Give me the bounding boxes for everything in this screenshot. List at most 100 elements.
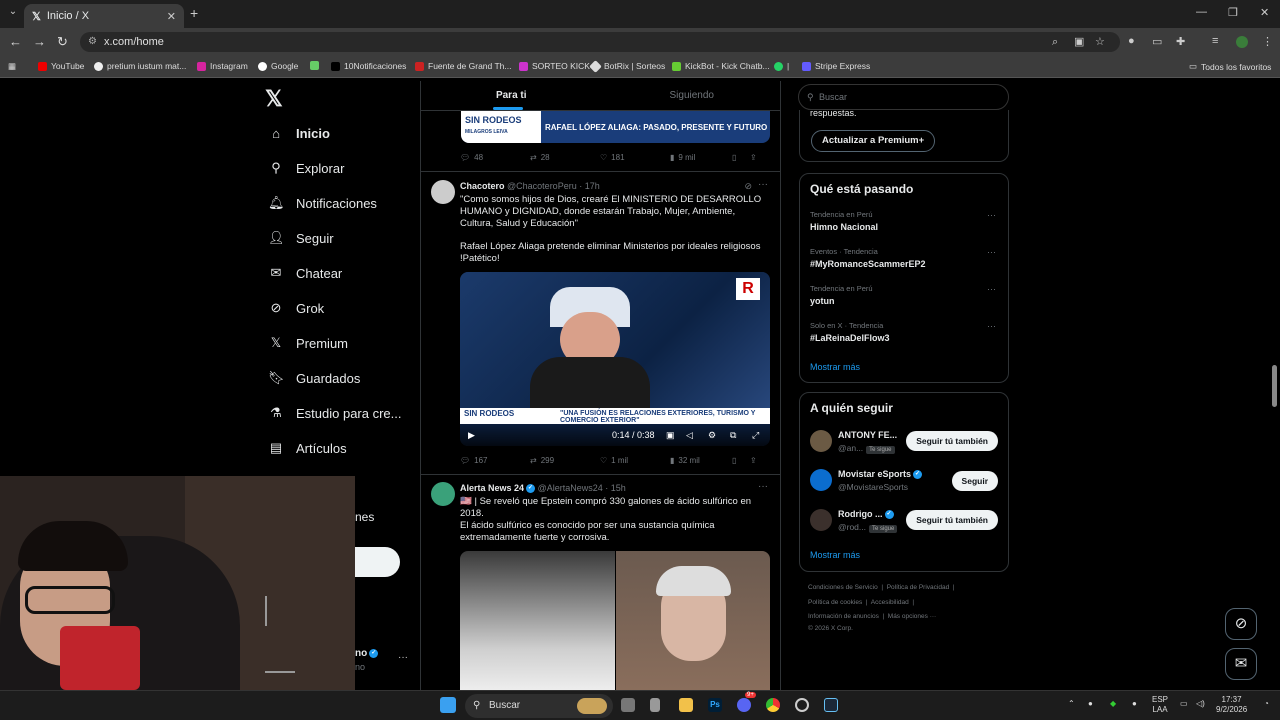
apps-grid-icon[interactable]: ▦: [8, 61, 16, 72]
trend-more-icon[interactable]: ···: [987, 247, 996, 257]
browser-tab[interactable]: 𝕏 Inicio / X ✕: [24, 4, 184, 28]
bookmark-whatsapp[interactable]: |: [774, 61, 789, 71]
follow-name[interactable]: Movistar eSports ✓: [838, 469, 923, 480]
photoshop-icon[interactable]: Ps: [708, 698, 722, 712]
bookmark-bot[interactable]: [310, 61, 319, 70]
captions-icon[interactable]: ▣: [666, 430, 675, 441]
trend-more-icon[interactable]: ···: [987, 284, 996, 294]
footer-link[interactable]: Condiciones de Servicio: [808, 584, 878, 591]
nav-notifications[interactable]: 🔔︎ Notificaciones: [268, 193, 377, 213]
close-tab-icon[interactable]: ✕: [167, 10, 176, 23]
account-menu-icon[interactable]: ···: [398, 652, 408, 663]
nav-articles[interactable]: ▤ Artículos: [268, 438, 347, 458]
tray-app-icon[interactable]: ●: [1088, 699, 1093, 709]
windows-start-icon[interactable]: [440, 697, 456, 713]
bookmark-instagram[interactable]: Instagram: [197, 61, 248, 71]
tab-following[interactable]: Siguiendo: [602, 81, 781, 110]
trend-item[interactable]: #MyRomanceScammerEP2: [810, 259, 926, 269]
follow-name[interactable]: Rodrigo ... ✓: [838, 509, 894, 520]
nav-grok[interactable]: ⊘ Grok: [268, 298, 325, 318]
language-indicator[interactable]: ESP LAA: [1152, 695, 1168, 715]
trend-item[interactable]: yotun: [810, 296, 835, 306]
reply-button[interactable]: 💬︎ 48: [460, 153, 530, 162]
show-more-trends-link[interactable]: Mostrar más: [810, 362, 860, 372]
nav-creator-studio[interactable]: ⚗ Estudio para cre...: [268, 403, 401, 423]
messages-fab-icon[interactable]: ✉: [1225, 648, 1257, 680]
network-icon[interactable]: ▭: [1180, 699, 1188, 709]
post-more-icon[interactable]: ···: [758, 481, 768, 492]
restore-icon[interactable]: ❐: [1228, 6, 1238, 19]
pip-icon[interactable]: ⧉: [730, 430, 736, 441]
post-image-banner[interactable]: SIN RODEOS MILAGROS LEIVA RAFAEL LÓPEZ AL…: [461, 111, 770, 143]
footer-link[interactable]: Accesibilidad: [871, 599, 909, 606]
taskbar-search[interactable]: ⚲ Buscar: [465, 694, 613, 718]
bookmark-post-icon[interactable]: ▯: [732, 456, 750, 465]
chrome-menu-icon[interactable]: ⋮: [1262, 35, 1273, 48]
views-button[interactable]: ▮ 32 mil: [670, 456, 732, 465]
x-logo-icon[interactable]: 𝕏: [265, 86, 283, 112]
steam-icon[interactable]: [824, 698, 838, 712]
bookmark-botrix[interactable]: BotRix | Sorteos: [589, 59, 665, 73]
discord-icon[interactable]: [737, 698, 751, 712]
nav-premium[interactable]: 𝕏 Premium: [268, 333, 348, 353]
extensions-puzzle-icon[interactable]: ✚: [1176, 35, 1185, 48]
back-icon[interactable]: ←: [9, 34, 22, 49]
avatar[interactable]: [810, 509, 832, 531]
tray-chevron-icon[interactable]: ⌃: [1068, 699, 1075, 709]
trend-item[interactable]: Himno Nacional: [810, 222, 878, 232]
avatar[interactable]: [431, 482, 455, 506]
extension2-icon[interactable]: ▭: [1152, 35, 1162, 48]
clock[interactable]: 17:37 9/2/2026: [1216, 695, 1247, 715]
file-explorer-icon[interactable]: [679, 698, 693, 712]
app-icon[interactable]: [650, 698, 660, 712]
post-author[interactable]: Chacotero @ChacoteroPeru · 17h: [460, 181, 600, 191]
footer-link[interactable]: Más opciones ···: [888, 613, 936, 620]
chrome-icon[interactable]: [766, 698, 780, 712]
footer-link[interactable]: Política de Privacidad: [887, 584, 950, 591]
like-button[interactable]: ♡ 181: [600, 153, 670, 162]
nav-home[interactable]: ⌂ Inicio: [268, 123, 330, 143]
follow-back-button[interactable]: Seguir tú también: [906, 510, 998, 530]
bookmark-gta[interactable]: Fuente de Grand Th...: [415, 61, 511, 71]
post-image-beaker[interactable]: [460, 551, 615, 690]
grok-fab-icon[interactable]: ⊘: [1225, 608, 1257, 640]
all-bookmarks[interactable]: ▭ Todos los favoritos: [1189, 61, 1271, 72]
settings-gear-icon[interactable]: ⚙: [708, 430, 716, 441]
repost-button[interactable]: ⇄ 299: [530, 456, 600, 465]
tray-shield-icon[interactable]: ◆: [1110, 699, 1116, 709]
bookmark-kickbot[interactable]: KickBot - Kick Chatb...: [672, 61, 770, 71]
bookmark-sorteo-kick[interactable]: SORTEO KICK: [519, 61, 590, 71]
address-bar[interactable]: ⚙ x.com/home ⌕ ▣ ☆: [80, 32, 1120, 52]
movistar-logo-icon[interactable]: [810, 469, 832, 491]
show-more-follow-link[interactable]: Mostrar más: [810, 550, 860, 560]
cast-icon[interactable]: ▣: [1074, 32, 1084, 52]
views-button[interactable]: ▮ 9 mil: [670, 153, 732, 162]
upgrade-premium-button[interactable]: Actualizar a Premium+: [811, 130, 936, 152]
tab-for-you[interactable]: Para ti: [421, 81, 602, 110]
bookmark-10notificaciones[interactable]: 10Notificaciones: [331, 61, 406, 71]
extension-icon[interactable]: ●: [1128, 35, 1135, 47]
notification-bell-icon[interactable]: ◔: [1264, 699, 1269, 709]
minimize-icon[interactable]: —: [1196, 6, 1207, 18]
scrollbar[interactable]: [1272, 365, 1277, 407]
nav-chat[interactable]: ✉ Chatear: [268, 263, 343, 283]
bookmark-star-icon[interactable]: ☆: [1095, 32, 1105, 52]
reply-button[interactable]: 💬︎ 167: [460, 456, 530, 465]
follow-back-button[interactable]: Seguir tú también: [906, 431, 998, 451]
bookmark-youtube[interactable]: YouTube: [38, 61, 84, 71]
footer-link[interactable]: Información de anuncios: [808, 613, 879, 620]
repost-button[interactable]: ⇄ 28: [530, 153, 600, 162]
follow-button[interactable]: Seguir: [951, 471, 998, 491]
follow-name[interactable]: ANTONY FE...: [838, 430, 897, 440]
share-icon[interactable]: ⇪: [750, 456, 757, 465]
new-tab-icon[interactable]: +: [190, 5, 198, 21]
obs-icon[interactable]: [795, 698, 809, 712]
nav-explore[interactable]: ⚲ Explorar: [268, 158, 344, 178]
grok-explain-icon[interactable]: ⊘: [744, 181, 752, 192]
volume-icon[interactable]: ◁: [686, 430, 693, 441]
nav-bookmarks[interactable]: 🔖︎ Guardados: [268, 368, 360, 388]
play-icon[interactable]: ▶: [468, 430, 475, 441]
share-icon[interactable]: ⇪: [750, 153, 757, 162]
profile-avatar[interactable]: [1236, 36, 1248, 48]
nav-more-partial[interactable]: nes: [355, 510, 374, 524]
